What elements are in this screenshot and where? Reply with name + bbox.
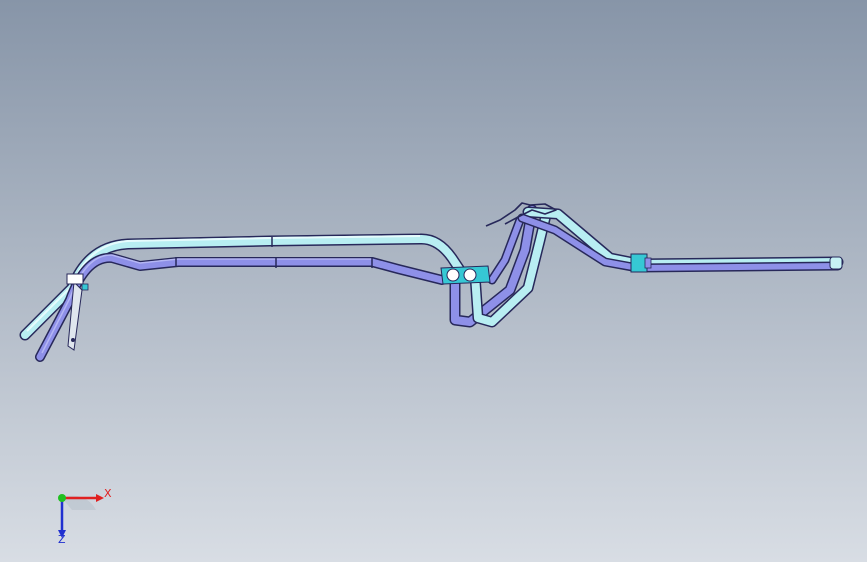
pipe-assembly-model[interactable]	[0, 0, 867, 562]
center-clip[interactable]	[440, 265, 491, 285]
z-axis-label: Z	[58, 533, 66, 546]
x-axis-label: X	[104, 487, 112, 500]
axis-triad: X Z	[44, 480, 116, 550]
graphics-viewport[interactable]: X Z	[0, 0, 867, 562]
